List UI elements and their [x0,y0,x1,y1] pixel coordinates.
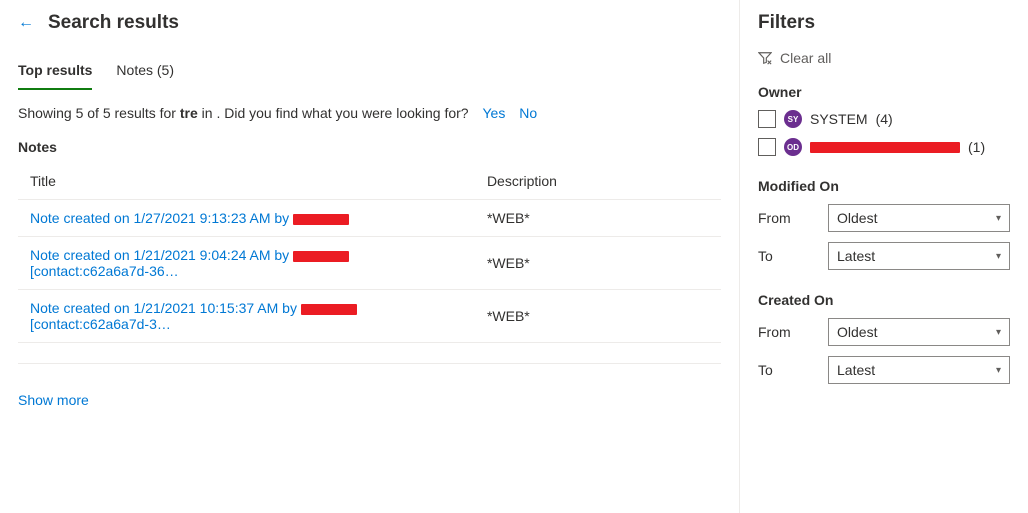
owner-checkbox[interactable] [758,138,776,156]
modified-to-value: Latest [837,248,875,264]
note-title-suffix: [contact:c62a6a7d-3… [30,316,171,332]
note-title-text: Note created on 1/21/2021 10:15:37 AM by [30,300,301,316]
owner-count: (4) [876,111,893,127]
notes-tbody: Note created on 1/27/2021 9:13:23 AM by … [18,200,721,364]
col-description[interactable]: Description [475,163,721,200]
created-from-value: Oldest [837,324,877,340]
owner-filter-row[interactable]: SY SYSTEM (4) [758,110,1010,128]
avatar: SY [784,110,802,128]
feedback-yes[interactable]: Yes [482,105,505,121]
modified-on-group: Modified On From Oldest ▾ To Latest ▾ [758,178,1010,270]
modified-on-label: Modified On [758,178,1010,194]
filter-clear-icon [758,51,772,65]
note-title-text: Note created on 1/27/2021 9:13:23 AM by [30,210,293,226]
filters-panel: Filters Clear all Owner SY SYSTEM (4) OD (… [740,0,1028,513]
notes-section-label: Notes [18,139,721,155]
created-to-label: To [758,362,818,378]
owner-list: SY SYSTEM (4) OD (1) [758,110,1010,156]
modified-to-select[interactable]: Latest ▾ [828,242,1010,270]
created-on-label: Created On [758,292,1010,308]
modified-from-select[interactable]: Oldest ▾ [828,204,1010,232]
chevron-down-icon: ▾ [996,213,1001,224]
avatar: OD [784,138,802,156]
chevron-down-icon: ▾ [996,327,1001,338]
note-title-cell[interactable]: Note created on 1/27/2021 9:13:23 AM by [18,200,475,237]
search-term: tre [180,105,198,121]
notes-table: Title Description Note created on 1/27/2… [18,163,721,364]
created-from-select[interactable]: Oldest ▾ [828,318,1010,346]
redacted-block [293,214,349,225]
page-title: Search results [48,12,179,34]
created-on-group: Created On From Oldest ▾ To Latest ▾ [758,292,1010,384]
tab-notes[interactable]: Notes (5) [116,56,174,90]
summary-mid: in . Did you find what you were looking … [198,105,469,121]
main-content: ← Search results Top results Notes (5) S… [0,0,740,513]
clear-all-label: Clear all [780,50,831,66]
created-to-select[interactable]: Latest ▾ [828,356,1010,384]
note-description-cell: *WEB* [475,290,721,343]
clear-all-button[interactable]: Clear all [758,50,1010,66]
back-arrow-icon[interactable]: ← [18,14,34,32]
owner-name: SYSTEM [810,111,868,127]
filters-title: Filters [758,12,1010,34]
table-row[interactable]: Note created on 1/21/2021 10:15:37 AM by… [18,290,721,343]
created-from-label: From [758,324,818,340]
note-description-cell: *WEB* [475,237,721,290]
modified-from-value: Oldest [837,210,877,226]
tabs: Top results Notes (5) [18,56,721,91]
note-title-text: Note created on 1/21/2021 9:04:24 AM by [30,247,293,263]
modified-from-label: From [758,210,818,226]
header: ← Search results [18,12,721,34]
summary-prefix: Showing 5 of 5 results for [18,105,180,121]
feedback-no[interactable]: No [519,105,537,121]
note-title-suffix: [contact:c62a6a7d-36… [30,263,179,279]
redacted-block [293,251,349,262]
owner-checkbox[interactable] [758,110,776,128]
note-title-cell[interactable]: Note created on 1/21/2021 9:04:24 AM by … [18,237,475,290]
col-title[interactable]: Title [18,163,475,200]
redacted-block [810,142,960,153]
created-to-value: Latest [837,362,875,378]
redacted-block [301,304,357,315]
chevron-down-icon: ▾ [996,251,1001,262]
table-row[interactable]: Note created on 1/27/2021 9:13:23 AM by … [18,200,721,237]
table-row-empty [18,343,721,364]
results-summary: Showing 5 of 5 results for tre in . Did … [18,105,721,121]
modified-to-label: To [758,248,818,264]
owner-group-label: Owner [758,84,1010,100]
tab-top-results[interactable]: Top results [18,56,92,90]
chevron-down-icon: ▾ [996,365,1001,376]
show-more-link[interactable]: Show more [18,392,89,408]
note-title-cell[interactable]: Note created on 1/21/2021 10:15:37 AM by… [18,290,475,343]
note-description-cell: *WEB* [475,200,721,237]
owner-filter-row[interactable]: OD (1) [758,138,1010,156]
table-row[interactable]: Note created on 1/21/2021 9:04:24 AM by … [18,237,721,290]
owner-count: (1) [968,139,985,155]
